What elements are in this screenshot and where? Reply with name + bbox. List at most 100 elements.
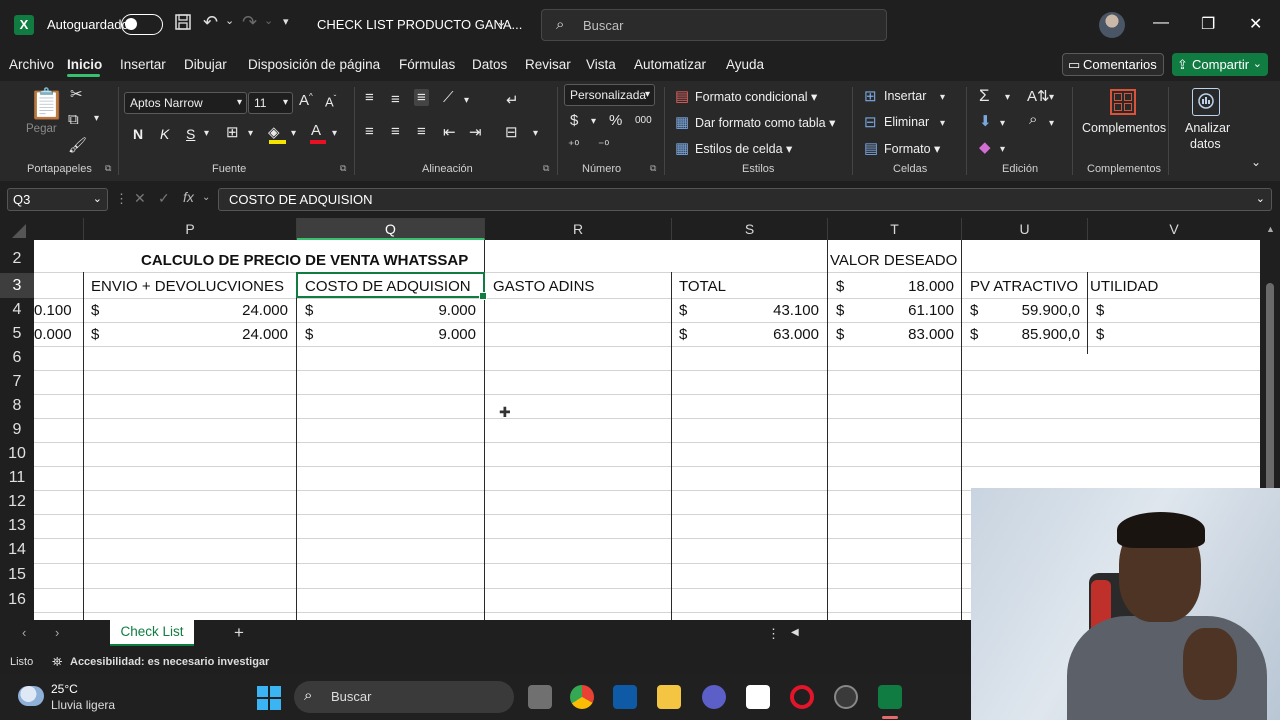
header-utilidad[interactable]: UTILIDAD bbox=[1090, 278, 1158, 295]
share-chevron-icon[interactable]: ⌄ bbox=[1253, 53, 1262, 76]
insert-function-icon[interactable]: fx bbox=[183, 189, 194, 205]
cell-styles-icon[interactable]: ▦ bbox=[675, 139, 689, 157]
expand-formula-icon[interactable]: ⌄ bbox=[1256, 189, 1265, 210]
search-box[interactable]: ⌕ Buscar bbox=[541, 9, 887, 41]
row-header[interactable]: 10 bbox=[0, 445, 34, 463]
tab-dibujar[interactable]: Dibujar bbox=[184, 57, 227, 72]
redo-icon[interactable]: ↷ bbox=[242, 12, 257, 33]
insert-dropdown-icon[interactable]: ▾ bbox=[940, 92, 945, 103]
underline-dropdown-icon[interactable]: ▾ bbox=[204, 128, 209, 139]
alignment-launcher-icon[interactable]: ⧉ bbox=[543, 163, 549, 174]
fill-color-icon[interactable]: ◈ bbox=[268, 123, 280, 141]
accessibility-icon[interactable]: ⛯ bbox=[52, 654, 62, 670]
insert-cells-icon[interactable]: ⊞ bbox=[864, 87, 877, 105]
row-header[interactable]: 16 bbox=[0, 591, 34, 609]
orientation-dropdown-icon[interactable]: ▾ bbox=[464, 95, 469, 106]
conditional-format-button[interactable]: Formato condicional ▾ bbox=[695, 89, 817, 104]
cell-v4-symbol[interactable]: $ bbox=[1096, 302, 1104, 319]
delete-cells-button[interactable]: Eliminar bbox=[884, 115, 929, 129]
increase-font-icon[interactable]: A^ bbox=[299, 92, 313, 109]
restore-icon[interactable]: ❐ bbox=[1201, 14, 1215, 34]
taskbar-search[interactable]: ⌕ Buscar bbox=[294, 681, 514, 713]
analyze-data-icon[interactable] bbox=[1192, 88, 1220, 116]
scroll-up-icon[interactable]: ▲ bbox=[1266, 224, 1275, 234]
orientation-icon[interactable]: ⟋ bbox=[443, 89, 454, 106]
cell-u5-symbol[interactable]: $ bbox=[970, 326, 978, 343]
row-header[interactable]: 14 bbox=[0, 541, 34, 559]
undo-dropdown-icon[interactable]: ⌄ bbox=[225, 14, 234, 27]
cell-u4[interactable]: 59.900,0 bbox=[984, 302, 1080, 319]
column-header-s[interactable]: S bbox=[672, 218, 828, 240]
italic-button[interactable]: K bbox=[160, 126, 169, 142]
insert-cells-button[interactable]: Insertar bbox=[884, 89, 926, 103]
align-bottom-icon[interactable]: ≡ bbox=[414, 89, 429, 106]
font-color-icon[interactable]: A bbox=[311, 122, 321, 139]
delete-dropdown-icon[interactable]: ▾ bbox=[940, 118, 945, 129]
font-name-combo[interactable]: Aptos Narrow ▾ bbox=[124, 92, 247, 114]
cell-q5[interactable]: 9.000 bbox=[374, 326, 476, 343]
find-icon[interactable]: ⌕ bbox=[1029, 111, 1037, 128]
cancel-entry-icon[interactable]: ✕ bbox=[134, 190, 146, 207]
row-header[interactable]: 2 bbox=[0, 250, 34, 268]
conditional-format-icon[interactable]: ▤ bbox=[675, 87, 689, 105]
copy-dropdown-icon[interactable]: ▾ bbox=[94, 113, 99, 124]
row-header[interactable]: 11 bbox=[0, 469, 34, 487]
weather-condition[interactable]: Lluvia ligera bbox=[51, 698, 115, 712]
sort-dropdown-icon[interactable]: ▾ bbox=[1049, 92, 1054, 103]
tab-inicio[interactable]: Inicio bbox=[67, 57, 102, 72]
addins-icon[interactable] bbox=[1110, 89, 1136, 115]
sheet-tab-check-list[interactable]: Check List bbox=[110, 620, 194, 646]
sort-filter-icon[interactable]: A⇅ bbox=[1027, 87, 1050, 105]
formula-input[interactable]: COSTO DE ADQUISION ⌄ bbox=[218, 188, 1272, 211]
header-pv-atractivo[interactable]: PV ATRACTIVO bbox=[970, 278, 1078, 295]
format-table-icon[interactable]: ▦ bbox=[675, 113, 689, 131]
align-left-icon[interactable]: ≡ bbox=[365, 123, 374, 140]
align-middle-icon[interactable]: ≡ bbox=[391, 91, 400, 108]
cell-s5[interactable]: 63.000 bbox=[724, 326, 819, 343]
wrap-text-icon[interactable]: ↵ bbox=[506, 91, 519, 109]
cell-u5[interactable]: 85.900,0 bbox=[984, 326, 1080, 343]
delete-cells-icon[interactable]: ⊟ bbox=[864, 113, 877, 131]
undo-icon[interactable]: ↶ bbox=[203, 12, 218, 33]
tab-formulas[interactable]: Fórmulas bbox=[399, 57, 455, 72]
analyze-data-label-1[interactable]: Analizar bbox=[1185, 121, 1230, 135]
column-header-o[interactable] bbox=[34, 218, 84, 240]
cell-p4-symbol[interactable]: $ bbox=[91, 302, 99, 319]
addins-button[interactable]: Complementos bbox=[1082, 121, 1166, 135]
share-button[interactable]: ⇪ Compartir ⌄ bbox=[1172, 53, 1268, 76]
prev-sheet-icon[interactable]: ‹ bbox=[22, 625, 26, 640]
borders-icon[interactable]: ⊞ bbox=[226, 123, 239, 141]
paste-icon[interactable]: 📋 bbox=[28, 87, 65, 122]
decrease-font-icon[interactable]: Aˇ bbox=[325, 94, 336, 109]
column-header-r[interactable]: R bbox=[485, 218, 672, 240]
file-name-chevron-icon[interactable]: ⌄ bbox=[496, 14, 507, 30]
row-header[interactable]: 6 bbox=[0, 349, 34, 367]
minimize-icon[interactable]: — bbox=[1153, 14, 1169, 32]
cell-p5-symbol[interactable]: $ bbox=[91, 326, 99, 343]
customize-toolbar-icon[interactable]: ▾ bbox=[283, 15, 289, 28]
underline-button[interactable]: S bbox=[186, 126, 195, 142]
collapse-ribbon-icon[interactable]: ⌄ bbox=[1251, 155, 1261, 169]
merge-center-icon[interactable]: ⊟ bbox=[505, 123, 518, 141]
cell-s4-symbol[interactable]: $ bbox=[679, 302, 687, 319]
chrome-icon[interactable] bbox=[570, 685, 594, 709]
cell-p5[interactable]: 24.000 bbox=[184, 326, 288, 343]
row-header[interactable]: 13 bbox=[0, 517, 34, 535]
weather-temperature[interactable]: 25°C bbox=[51, 682, 78, 696]
header-envio[interactable]: ENVIO + DEVOLUCVIONES bbox=[91, 278, 284, 295]
tab-archivo[interactable]: Archivo bbox=[9, 57, 54, 72]
obs-icon[interactable] bbox=[834, 685, 858, 709]
close-icon[interactable]: ✕ bbox=[1249, 14, 1262, 34]
redo-dropdown-icon[interactable]: ⌄ bbox=[264, 14, 273, 27]
function-dropdown-icon[interactable]: ⌄ bbox=[202, 192, 210, 203]
valor-deseado-symbol[interactable]: $ bbox=[836, 278, 844, 295]
tab-revisar[interactable]: Revisar bbox=[525, 57, 571, 72]
app-icon[interactable] bbox=[702, 685, 726, 709]
clipboard-launcher-icon[interactable]: ⧉ bbox=[105, 163, 111, 174]
cell-o4[interactable]: 0.100 bbox=[34, 302, 72, 319]
decrease-decimal-icon[interactable]: ⁻⁰ bbox=[598, 138, 609, 152]
row-header[interactable]: 9 bbox=[0, 421, 34, 439]
cell-q4[interactable]: 9.000 bbox=[374, 302, 476, 319]
select-all-icon[interactable] bbox=[12, 224, 26, 238]
fill-dropdown-icon[interactable]: ▾ bbox=[1000, 118, 1005, 129]
